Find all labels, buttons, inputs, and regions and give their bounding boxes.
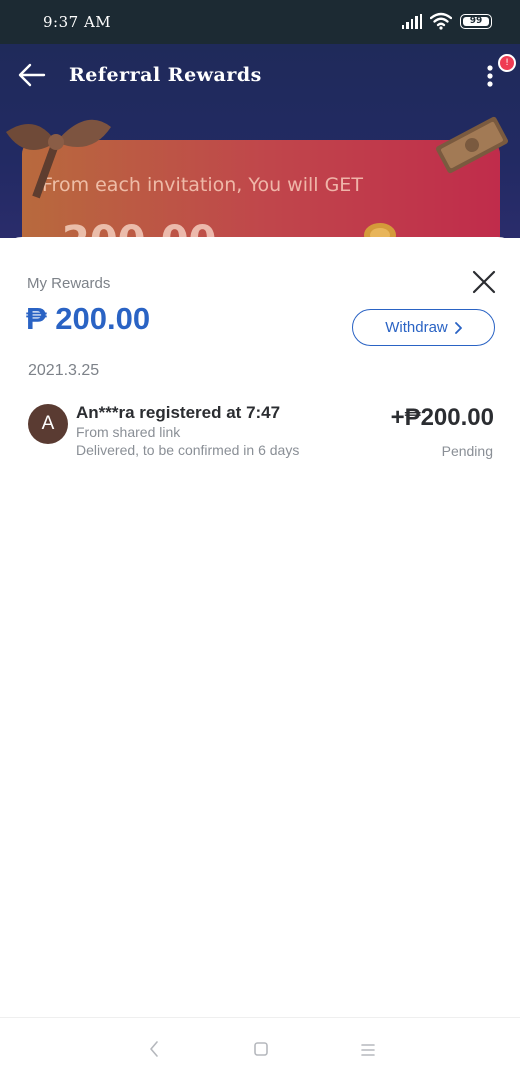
record-title: An***ra registered at 7:47 (76, 403, 281, 422)
coin-icon (364, 223, 396, 238)
battery-level: 99 (469, 16, 483, 26)
gift-ribbon-icon (6, 119, 111, 199)
money-bill-icon (435, 116, 509, 174)
app-header: Referral Rewards ! From each invitation,… (0, 44, 520, 238)
promo-amount: 200.00 (62, 218, 216, 238)
withdraw-label: Withdraw (385, 319, 448, 336)
status-bar: 9:37 AM 99 (0, 0, 520, 44)
notification-badge: ! (498, 54, 516, 72)
record-source: From shared link (76, 424, 181, 440)
close-icon[interactable] (472, 270, 496, 294)
reward-record[interactable]: A An***ra registered at 7:47 From shared… (28, 403, 494, 473)
wifi-icon (430, 12, 452, 30)
rewards-sheet: My Rewards ₱ 200.00 Withdraw 2021.3.25 A… (0, 237, 520, 1017)
record-state: Pending (441, 443, 493, 459)
date-label: 2021.3.25 (28, 362, 100, 379)
nav-menu-icon[interactable] (360, 1043, 376, 1057)
more-vertical-icon[interactable] (484, 64, 496, 88)
my-rewards-label: My Rewards (27, 275, 111, 292)
chevron-right-icon (454, 321, 462, 334)
battery-icon: 99 (460, 13, 492, 29)
system-nav-bar (0, 1017, 520, 1080)
avatar: A (28, 404, 68, 444)
status-icons: 99 (402, 12, 492, 30)
page-title: Referral Rewards (69, 64, 262, 86)
signal-icon (402, 13, 423, 29)
record-amount: +₱200.00 (390, 404, 494, 431)
nav-home-icon[interactable] (254, 1042, 268, 1056)
status-time: 9:37 AM (43, 13, 112, 31)
nav-back-icon[interactable] (146, 1040, 162, 1058)
record-status-text: Delivered, to be confirmed in 6 days (76, 442, 300, 458)
arrow-left-icon[interactable] (18, 62, 46, 88)
withdraw-button[interactable]: Withdraw (352, 309, 495, 346)
rewards-amount: ₱ 200.00 (26, 301, 151, 336)
